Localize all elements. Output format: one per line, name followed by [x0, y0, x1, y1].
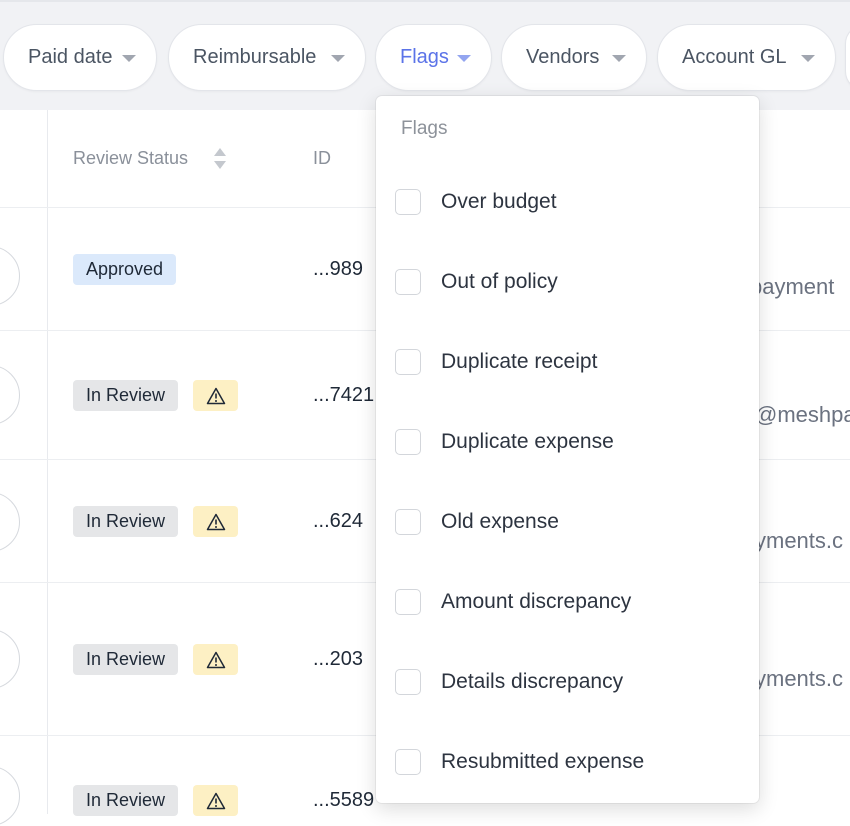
- filter-account-gl[interactable]: Account GL: [657, 24, 836, 91]
- column-header-id[interactable]: ID: [313, 148, 331, 169]
- chevron-down-icon: [612, 55, 626, 62]
- warning-icon: [193, 506, 238, 537]
- filter-more[interactable]: [845, 24, 850, 91]
- flag-option-resubmitted-expense[interactable]: Resubmitted expense: [376, 732, 759, 792]
- expense-id: ...989: [313, 258, 364, 280]
- checkbox[interactable]: [395, 509, 421, 535]
- filter-label: Reimbursable: [193, 46, 317, 68]
- email-cell: yments.c: [755, 528, 844, 553]
- chevron-down-icon: [457, 55, 471, 62]
- column-header-review-status[interactable]: Review Status: [73, 148, 188, 169]
- checkbox[interactable]: [395, 749, 421, 775]
- filter-label: Vendors: [526, 46, 600, 68]
- chevron-down-icon: [122, 55, 136, 62]
- column-divider: [47, 110, 48, 814]
- checkbox[interactable]: [395, 589, 421, 615]
- email-cell: @meshpa: [755, 402, 850, 427]
- option-label: Over budget: [441, 190, 557, 213]
- flag-option-out-of-policy[interactable]: Out of policy: [376, 252, 759, 312]
- expense-id: ...5589: [313, 789, 375, 811]
- option-label: Duplicate receipt: [441, 350, 598, 373]
- checkbox[interactable]: [395, 269, 421, 295]
- filter-flags[interactable]: Flags: [375, 24, 492, 91]
- option-label: Resubmitted expense: [441, 750, 645, 773]
- status-badge: In Review: [73, 506, 179, 537]
- status-badge: In Review: [73, 380, 179, 411]
- option-label: Duplicate expense: [441, 430, 614, 453]
- filter-paid-date[interactable]: Paid date: [3, 24, 157, 91]
- flag-option-over-budget[interactable]: Over budget: [376, 172, 759, 232]
- expense-id: ...624: [313, 510, 364, 532]
- chevron-down-icon: [801, 55, 815, 62]
- email-cell: yments.c: [755, 666, 844, 691]
- row-select-circle[interactable]: [0, 365, 20, 425]
- dropdown-title: Flags: [401, 118, 448, 139]
- checkbox[interactable]: [395, 349, 421, 375]
- filter-reimbursable[interactable]: Reimbursable: [168, 24, 366, 91]
- status-badge: In Review: [73, 785, 179, 816]
- warning-icon: [193, 380, 238, 411]
- option-label: Old expense: [441, 510, 559, 533]
- flags-dropdown: Flags Over budget Out of policy Duplicat…: [376, 96, 759, 803]
- filter-label: Account GL: [682, 46, 787, 68]
- row-select-circle[interactable]: [0, 629, 20, 689]
- chevron-down-icon: [331, 55, 345, 62]
- checkbox[interactable]: [395, 189, 421, 215]
- option-label: Out of policy: [441, 270, 558, 293]
- row-select-circle[interactable]: [0, 492, 20, 552]
- option-label: Amount discrepancy: [441, 590, 632, 613]
- expense-id: ...203: [313, 648, 364, 670]
- filter-label: Paid date: [28, 46, 113, 68]
- flag-option-amount-discrepancy[interactable]: Amount discrepancy: [376, 572, 759, 632]
- filter-label: Flags: [400, 46, 449, 68]
- filter-vendors[interactable]: Vendors: [501, 24, 647, 91]
- warning-icon: [193, 644, 238, 675]
- checkbox[interactable]: [395, 429, 421, 455]
- flag-option-duplicate-receipt[interactable]: Duplicate receipt: [376, 332, 759, 392]
- flag-option-duplicate-expense[interactable]: Duplicate expense: [376, 412, 759, 472]
- option-label: Details discrepancy: [441, 670, 624, 693]
- checkbox[interactable]: [395, 669, 421, 695]
- expense-id: ...7421: [313, 384, 375, 406]
- status-badge: In Review: [73, 644, 179, 675]
- row-select-circle[interactable]: [0, 246, 20, 306]
- flag-option-details-discrepancy[interactable]: Details discrepancy: [376, 652, 759, 712]
- flag-option-old-expense[interactable]: Old expense: [376, 492, 759, 552]
- sort-icon[interactable]: [214, 148, 226, 170]
- filter-bar: Paid date Reimbursable Flags Vendors Acc…: [0, 0, 850, 110]
- warning-icon: [193, 785, 238, 816]
- status-badge: Approved: [73, 254, 177, 285]
- email-cell: payment: [750, 274, 835, 299]
- row-select-circle[interactable]: [0, 766, 20, 826]
